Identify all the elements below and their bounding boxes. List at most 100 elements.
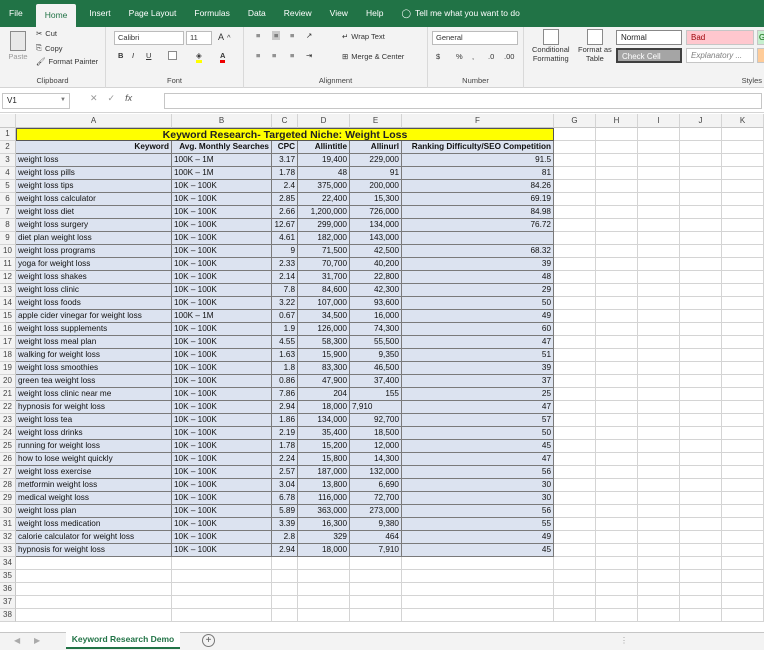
table-cell[interactable]: 10K – 100K [172,479,272,492]
empty-cell[interactable] [638,401,680,414]
table-cell[interactable]: 2.57 [272,466,298,479]
table-cell[interactable]: 200,000 [350,180,402,193]
cancel-icon[interactable]: ✕ [90,93,98,109]
orientation-button[interactable]: ↗ [306,31,312,40]
empty-cell[interactable] [638,544,680,557]
empty-cell[interactable] [596,440,638,453]
table-cell[interactable]: 5.89 [272,505,298,518]
empty-cell[interactable] [722,518,764,531]
row-header-28[interactable]: 28 [0,479,16,492]
empty-cell[interactable] [554,440,596,453]
empty-cell[interactable] [554,362,596,375]
table-cell[interactable]: 299,000 [298,219,350,232]
table-cell[interactable]: 57 [402,414,554,427]
table-cell[interactable]: 47 [402,336,554,349]
table-cell[interactable]: 39 [402,362,554,375]
empty-cell[interactable] [596,557,638,570]
table-cell[interactable]: 50 [402,427,554,440]
empty-cell[interactable] [680,479,722,492]
table-cell[interactable]: 76.72 [402,219,554,232]
table-cell[interactable]: 3.17 [272,154,298,167]
empty-cell[interactable] [722,362,764,375]
empty-cell[interactable] [402,570,554,583]
format-as-table-button[interactable]: Format as Table [578,29,612,63]
empty-cell[interactable] [596,258,638,271]
table-cell[interactable]: 55 [402,518,554,531]
table-cell[interactable]: 3.04 [272,479,298,492]
empty-cell[interactable] [722,609,764,622]
table-cell[interactable]: 48 [298,167,350,180]
table-cell[interactable]: 34,500 [298,310,350,323]
empty-cell[interactable] [554,427,596,440]
empty-cell[interactable] [722,466,764,479]
table-cell[interactable]: 13,800 [298,479,350,492]
table-cell[interactable]: weight loss tea [16,414,172,427]
table-cell[interactable]: 1.8 [272,362,298,375]
percent-button[interactable]: % [456,52,463,61]
table-cell[interactable]: 45 [402,544,554,557]
empty-cell[interactable] [638,570,680,583]
empty-cell[interactable] [638,193,680,206]
empty-cell[interactable] [554,167,596,180]
empty-cell[interactable] [722,141,764,154]
empty-cell[interactable] [596,544,638,557]
empty-cell[interactable] [638,336,680,349]
empty-cell[interactable] [16,596,172,609]
table-cell[interactable]: 3.39 [272,518,298,531]
table-cell[interactable]: 10K – 100K [172,453,272,466]
empty-cell[interactable] [554,297,596,310]
style-check-cell[interactable]: Check Cell [616,48,682,63]
table-cell[interactable]: 2.94 [272,401,298,414]
header-cell[interactable]: Allinurl [350,141,402,154]
menu-tab-home[interactable]: Home [35,4,77,27]
table-cell[interactable]: 7.86 [272,388,298,401]
currency-button[interactable]: $ [436,52,440,61]
comma-button[interactable]: , [472,52,474,61]
empty-cell[interactable] [350,609,402,622]
column-header-E[interactable]: E [350,114,402,128]
table-cell[interactable]: 40,200 [350,258,402,271]
empty-cell[interactable] [172,609,272,622]
empty-cell[interactable] [16,557,172,570]
align-right-button[interactable]: ≡ [290,51,294,60]
paste-button[interactable]: Paste [6,31,30,61]
empty-cell[interactable] [272,557,298,570]
empty-cell[interactable] [596,284,638,297]
empty-cell[interactable] [172,596,272,609]
empty-cell[interactable] [722,557,764,570]
empty-cell[interactable] [554,453,596,466]
empty-cell[interactable] [722,193,764,206]
table-cell[interactable]: weight loss [16,154,172,167]
table-cell[interactable]: 91 [350,167,402,180]
table-cell[interactable]: 2.66 [272,206,298,219]
menu-tab-data[interactable]: Data [239,0,275,27]
empty-cell[interactable] [722,310,764,323]
table-cell[interactable]: 39 [402,258,554,271]
empty-cell[interactable] [554,193,596,206]
empty-cell[interactable] [680,323,722,336]
table-cell[interactable]: 68.32 [402,245,554,258]
row-header-9[interactable]: 9 [0,232,16,245]
empty-cell[interactable] [638,466,680,479]
table-cell[interactable]: calorie calculator for weight loss [16,531,172,544]
table-cell[interactable]: 37,400 [350,375,402,388]
table-cell[interactable]: 10K – 100K [172,336,272,349]
menu-tab-view[interactable]: View [321,0,357,27]
formula-input[interactable] [164,93,762,109]
empty-cell[interactable] [554,206,596,219]
row-header-30[interactable]: 30 [0,505,16,518]
table-cell[interactable]: 58,300 [298,336,350,349]
empty-cell[interactable] [722,544,764,557]
row-header-5[interactable]: 5 [0,180,16,193]
empty-cell[interactable] [722,336,764,349]
table-cell[interactable]: 1.63 [272,349,298,362]
empty-cell[interactable] [722,154,764,167]
empty-cell[interactable] [554,180,596,193]
row-header-21[interactable]: 21 [0,388,16,401]
table-cell[interactable]: weight loss calculator [16,193,172,206]
table-cell[interactable]: 10K – 100K [172,518,272,531]
table-cell[interactable]: 10K – 100K [172,193,272,206]
empty-cell[interactable] [298,609,350,622]
empty-cell[interactable] [554,219,596,232]
empty-cell[interactable] [638,284,680,297]
